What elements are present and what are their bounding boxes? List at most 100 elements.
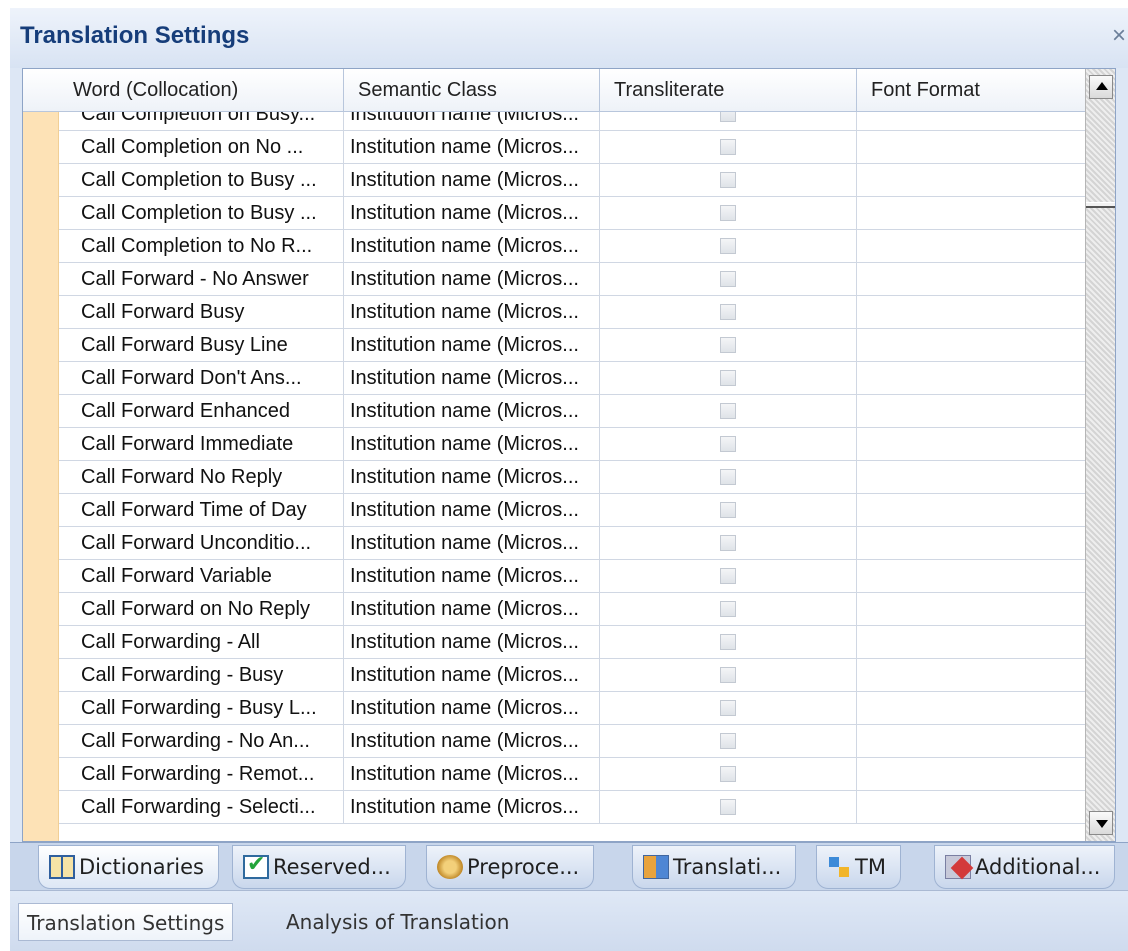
cell-semantic-class[interactable]: Institution name (Micros...: [344, 758, 600, 791]
cell-word[interactable]: Call Forward Busy Line: [59, 329, 344, 362]
cell-font-format[interactable]: [857, 428, 1087, 461]
cell-word[interactable]: Call Completion to No R...: [59, 230, 344, 263]
cell-semantic-class[interactable]: Institution name (Micros...: [344, 527, 600, 560]
cell-semantic-class[interactable]: Institution name (Micros...: [344, 626, 600, 659]
cell-semantic-class[interactable]: Institution name (Micros...: [344, 296, 600, 329]
cell-word[interactable]: Call Completion on Busy...: [59, 112, 344, 131]
table-row[interactable]: Call Forward Time of Day Institution name…: [59, 494, 1087, 527]
cell-word[interactable]: Call Forward Variable: [59, 560, 344, 593]
cell-semantic-class[interactable]: Institution name (Micros...: [344, 428, 600, 461]
cell-semantic-class[interactable]: Institution name (Micros...: [344, 461, 600, 494]
cell-semantic-class[interactable]: Institution name (Micros...: [344, 725, 600, 758]
transliterate-checkbox[interactable]: [720, 172, 736, 188]
table-row[interactable]: Call Forwarding - Busy L... Institution n…: [59, 692, 1087, 725]
table-row[interactable]: Call Forward on No Reply Institution name…: [59, 593, 1087, 626]
cell-semantic-class[interactable]: Institution name (Micros...: [344, 112, 600, 131]
transliterate-checkbox[interactable]: [720, 112, 736, 122]
cell-semantic-class[interactable]: Institution name (Micros...: [344, 164, 600, 197]
cell-word[interactable]: Call Forward Unconditio...: [59, 527, 344, 560]
tab-preprocessing[interactable]: Preproce...: [426, 845, 595, 889]
cell-font-format[interactable]: [857, 112, 1087, 131]
tab-analysis-of-translation[interactable]: Analysis of Translation: [278, 903, 517, 941]
table-row[interactable]: Call Forward - No Answer Institution name…: [59, 263, 1087, 296]
cell-word[interactable]: Call Forward No Reply: [59, 461, 344, 494]
table-row[interactable]: Call Forward Enhanced Institution name (M…: [59, 395, 1087, 428]
scroll-up-button[interactable]: [1089, 75, 1113, 99]
transliterate-checkbox[interactable]: [720, 601, 736, 617]
cell-word[interactable]: Call Forwarding - Selecti...: [59, 791, 344, 824]
cell-word[interactable]: Call Forward Time of Day: [59, 494, 344, 527]
table-row[interactable]: Call Forward Don't Ans... Institution nam…: [59, 362, 1087, 395]
table-row[interactable]: Call Forward Busy Institution name (Micro…: [59, 296, 1087, 329]
transliterate-checkbox[interactable]: [720, 337, 736, 353]
table-row[interactable]: Call Completion on Busy... Institution na…: [59, 112, 1087, 131]
column-header-transliterate[interactable]: Transliterate: [600, 69, 857, 112]
cell-font-format[interactable]: [857, 626, 1087, 659]
cell-word[interactable]: Call Forwarding - All: [59, 626, 344, 659]
transliterate-checkbox[interactable]: [720, 733, 736, 749]
table-row[interactable]: Call Forward Immediate Institution name (…: [59, 428, 1087, 461]
column-header-semantic-class[interactable]: Semantic Class: [344, 69, 600, 112]
cell-semantic-class[interactable]: Institution name (Micros...: [344, 494, 600, 527]
cell-word[interactable]: Call Forwarding - Remot...: [59, 758, 344, 791]
cell-word[interactable]: Call Forward Busy: [59, 296, 344, 329]
table-row[interactable]: Call Completion to Busy ... Institution n…: [59, 164, 1087, 197]
table-row[interactable]: Call Forwarding - All Institution name (M…: [59, 626, 1087, 659]
cell-font-format[interactable]: [857, 593, 1087, 626]
cell-font-format[interactable]: [857, 758, 1087, 791]
cell-font-format[interactable]: [857, 527, 1087, 560]
cell-word[interactable]: Call Forwarding - No An...: [59, 725, 344, 758]
table-row[interactable]: Call Forwarding - Busy Institution name (…: [59, 659, 1087, 692]
transliterate-checkbox[interactable]: [720, 271, 736, 287]
cell-word[interactable]: Call Forward Enhanced: [59, 395, 344, 428]
tab-translation-settings[interactable]: Translation Settings: [18, 903, 234, 941]
cell-semantic-class[interactable]: Institution name (Micros...: [344, 362, 600, 395]
cell-word[interactable]: Call Forward Immediate: [59, 428, 344, 461]
tab-tm[interactable]: TM: [816, 845, 901, 889]
table-row[interactable]: Call Forward No Reply Institution name (M…: [59, 461, 1087, 494]
transliterate-checkbox[interactable]: [720, 304, 736, 320]
table-row[interactable]: Call Completion on No ... Institution nam…: [59, 131, 1087, 164]
cell-semantic-class[interactable]: Institution name (Micros...: [344, 395, 600, 428]
cell-font-format[interactable]: [857, 230, 1087, 263]
scroll-down-button[interactable]: [1089, 811, 1113, 835]
cell-word[interactable]: Call Forward Don't Ans...: [59, 362, 344, 395]
cell-font-format[interactable]: [857, 362, 1087, 395]
table-row[interactable]: Call Completion to No R... Institution na…: [59, 230, 1087, 263]
cell-font-format[interactable]: [857, 395, 1087, 428]
column-header-word[interactable]: Word (Collocation): [59, 69, 344, 112]
cell-word[interactable]: Call Completion to Busy ...: [59, 164, 344, 197]
table-row[interactable]: Call Forwarding - Remot... Institution na…: [59, 758, 1087, 791]
cell-semantic-class[interactable]: Institution name (Micros...: [344, 560, 600, 593]
column-header-font-format[interactable]: Font Format: [857, 69, 1087, 112]
table-row[interactable]: Call Forward Busy Line Institution name (…: [59, 329, 1087, 362]
cell-font-format[interactable]: [857, 131, 1087, 164]
transliterate-checkbox[interactable]: [720, 667, 736, 683]
cell-semantic-class[interactable]: Institution name (Micros...: [344, 230, 600, 263]
cell-semantic-class[interactable]: Institution name (Micros...: [344, 692, 600, 725]
cell-font-format[interactable]: [857, 461, 1087, 494]
transliterate-checkbox[interactable]: [720, 535, 736, 551]
cell-font-format[interactable]: [857, 725, 1087, 758]
scroll-thumb[interactable]: [1086, 202, 1115, 208]
transliterate-checkbox[interactable]: [720, 502, 736, 518]
tab-translation[interactable]: Translati...: [632, 845, 797, 889]
close-icon[interactable]: ×: [1112, 22, 1126, 50]
cell-font-format[interactable]: [857, 197, 1087, 230]
cell-semantic-class[interactable]: Institution name (Micros...: [344, 131, 600, 164]
cell-font-format[interactable]: [857, 791, 1087, 824]
cell-semantic-class[interactable]: Institution name (Micros...: [344, 593, 600, 626]
transliterate-checkbox[interactable]: [720, 766, 736, 782]
cell-semantic-class[interactable]: Institution name (Micros...: [344, 791, 600, 824]
cell-font-format[interactable]: [857, 164, 1087, 197]
cell-word[interactable]: Call Forwarding - Busy L...: [59, 692, 344, 725]
cell-font-format[interactable]: [857, 494, 1087, 527]
cell-semantic-class[interactable]: Institution name (Micros...: [344, 263, 600, 296]
cell-semantic-class[interactable]: Institution name (Micros...: [344, 659, 600, 692]
vertical-scrollbar[interactable]: [1085, 69, 1115, 841]
table-row[interactable]: Call Forwarding - Selecti... Institution …: [59, 791, 1087, 824]
table-row[interactable]: Call Forwarding - No An... Institution na…: [59, 725, 1087, 758]
transliterate-checkbox[interactable]: [720, 370, 736, 386]
cell-font-format[interactable]: [857, 560, 1087, 593]
cell-word[interactable]: Call Forward - No Answer: [59, 263, 344, 296]
